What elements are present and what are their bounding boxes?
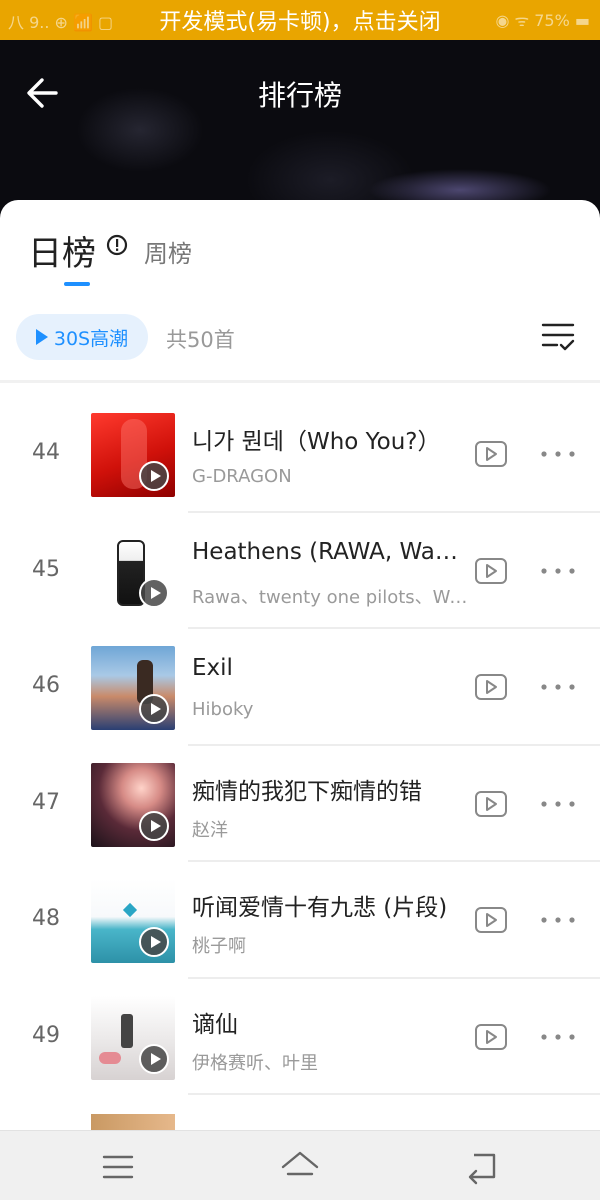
more-dots-icon[interactable]: [538, 679, 578, 695]
mv-play-icon[interactable]: [474, 790, 508, 818]
more-dots-icon[interactable]: [538, 1029, 578, 1045]
album-cover[interactable]: [91, 995, 175, 1080]
list-check-icon[interactable]: [540, 320, 576, 354]
preview-30s-label: 30S高潮: [53, 327, 129, 350]
song-row[interactable]: 46 Exil Hiboky: [0, 629, 600, 746]
song-rank: 47: [32, 789, 60, 815]
list-toolbar: 30S高潮 共50首: [0, 312, 600, 368]
album-cover[interactable]: [91, 646, 175, 730]
song-rank: 44: [32, 440, 60, 465]
home-icon[interactable]: [280, 1147, 320, 1187]
dev-mode-banner[interactable]: 八 9.. ⊕ 📶 ▢ 开发模式(易卡顿)，点击关闭 ◉ ᯤ 75% ▬: [0, 0, 600, 40]
play-icon: [35, 329, 48, 345]
more-dots-icon[interactable]: [538, 563, 578, 579]
song-rank: 49: [32, 1022, 60, 1048]
song-rank: 46: [32, 673, 60, 698]
mv-play-icon[interactable]: [474, 906, 508, 934]
chart-tabs: 日榜 周榜: [28, 226, 192, 286]
song-row[interactable]: 47 痴情的我犯下痴情的错 赵洋: [0, 746, 600, 862]
song-title: Heathens (RAWA, Wang Remix): [192, 538, 468, 565]
song-artist: G-DRAGON: [192, 466, 292, 487]
play-icon[interactable]: [139, 577, 169, 608]
album-cover[interactable]: [91, 762, 175, 847]
song-rank: 48: [32, 906, 60, 931]
mv-play-icon[interactable]: [474, 1023, 508, 1051]
tab-active-indicator: [64, 282, 90, 286]
list-divider: [0, 380, 600, 383]
row-divider: [188, 1093, 600, 1095]
tab-daily[interactable]: 日榜: [28, 226, 96, 286]
info-circle-icon[interactable]: [106, 234, 128, 256]
song-row[interactable]: 45 Heathens (RAWA, Wang Remix) Rawa、twen…: [0, 513, 600, 629]
menu-icon[interactable]: [98, 1147, 138, 1187]
song-artist: Hiboky: [192, 699, 254, 720]
preview-30s-button[interactable]: 30S高潮: [16, 314, 148, 360]
song-title: 谪仙: [192, 1011, 238, 1038]
status-left-indicators: 八 9.. ⊕ 📶 ▢: [8, 13, 114, 32]
back-return-icon[interactable]: [462, 1147, 502, 1187]
song-artist: 伊格赛听、叶里: [192, 1052, 318, 1074]
song-row[interactable]: 48 听闻爱情十有九悲 (片段) 桃子啊: [0, 862, 600, 979]
song-list: 44 니가 뭔데（Who You?） G-DRAGON 45 Heathens: [0, 396, 600, 1095]
song-rank: 45: [32, 556, 60, 582]
song-count: 共50首: [166, 328, 235, 352]
song-title: Exil: [192, 655, 233, 681]
more-dots-icon[interactable]: [538, 912, 578, 928]
play-icon[interactable]: [139, 1043, 169, 1074]
song-title: 니가 뭔데（Who You?）: [192, 429, 441, 455]
mv-play-icon[interactable]: [474, 673, 508, 701]
album-cover-art: [121, 1013, 133, 1048]
tab-daily-label: 日榜: [28, 234, 96, 274]
tab-weekly[interactable]: 周榜: [144, 234, 192, 269]
play-icon[interactable]: [139, 461, 169, 491]
song-title: 听闻爱情十有九悲 (片段): [192, 895, 448, 921]
mv-play-icon[interactable]: [474, 557, 508, 585]
dev-mode-banner-text: 开发模式(易卡顿)，点击关闭: [159, 10, 441, 35]
song-row[interactable]: 44 니가 뭔데（Who You?） G-DRAGON: [0, 396, 600, 513]
more-dots-icon[interactable]: [538, 446, 578, 462]
song-row[interactable]: 49 谪仙 伊格赛听、叶里: [0, 979, 600, 1095]
album-cover[interactable]: [91, 529, 175, 614]
play-icon[interactable]: [139, 694, 169, 724]
album-cover-art: [122, 902, 138, 918]
song-artist: Rawa、twenty one pilots、Wang: [192, 586, 468, 608]
system-nav-bar: [0, 1130, 600, 1200]
song-artist: 赵洋: [192, 819, 228, 841]
mv-play-icon[interactable]: [474, 440, 508, 468]
play-icon[interactable]: [139, 927, 169, 957]
album-cover[interactable]: [91, 413, 175, 497]
song-artist: 桃子啊: [192, 936, 246, 957]
album-cover[interactable]: [91, 879, 175, 963]
play-icon[interactable]: [139, 810, 169, 841]
page-title: 排行榜: [257, 79, 342, 112]
song-title: 痴情的我犯下痴情的错: [192, 778, 422, 805]
status-right-indicators: ◉ ᯤ 75% ▬: [495, 11, 590, 30]
album-cover-art: [99, 1051, 121, 1064]
chart-sheet: 日榜 周榜 30S高潮 共50首 44 니가 뭔데（Who You?） G-DR…: [0, 200, 600, 1130]
more-dots-icon[interactable]: [538, 796, 578, 812]
